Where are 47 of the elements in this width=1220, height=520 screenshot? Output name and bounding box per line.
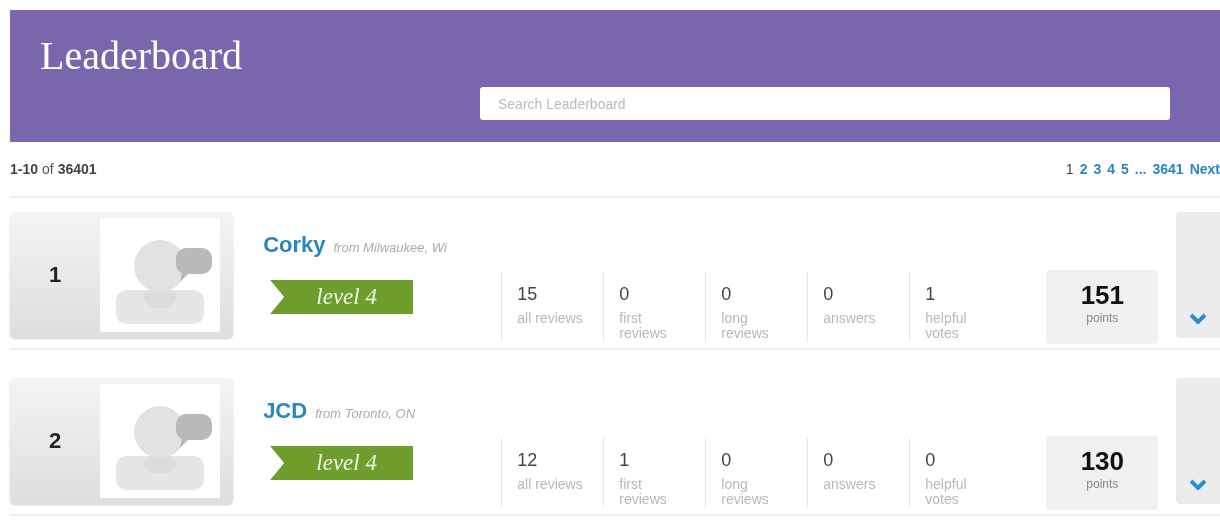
stat-value: 15 xyxy=(517,284,539,305)
stat-label: all reviews xyxy=(517,477,584,492)
stat-label: helpful votes xyxy=(925,477,968,507)
stat-value: 1 xyxy=(619,450,631,471)
stat-label: answers xyxy=(823,477,877,492)
stat-value: 0 xyxy=(721,284,733,305)
stat-value: 0 xyxy=(619,284,631,305)
page-link[interactable]: ... xyxy=(1134,161,1147,177)
page-link[interactable]: 2 xyxy=(1079,161,1088,177)
stat-label: first reviews xyxy=(619,477,668,507)
stat-value: 1 xyxy=(925,284,937,305)
stat-label: all reviews xyxy=(517,311,584,326)
stat-value: 0 xyxy=(925,450,937,471)
level-ribbon: level 4 xyxy=(270,446,414,480)
page-link[interactable]: 3641 xyxy=(1152,161,1184,177)
page-link[interactable]: 4 xyxy=(1107,161,1115,177)
stat-label: long reviews xyxy=(721,311,770,341)
stat-value: 0 xyxy=(823,284,835,305)
points-label: points xyxy=(1086,311,1119,325)
user-location: from Toronto, ON xyxy=(315,406,416,421)
level-ribbon: level 4 xyxy=(270,280,414,314)
page-link[interactable]: Next xyxy=(1189,161,1220,177)
search-field[interactable]: Search Leaderboard xyxy=(480,87,1170,120)
chevron-down-icon xyxy=(1190,479,1207,490)
stat-label: helpful votes xyxy=(925,311,968,341)
page-title: Leaderboard xyxy=(40,32,243,79)
stat-label: answers xyxy=(823,311,877,326)
results-summary: 1-10 of 36401 xyxy=(10,161,97,177)
rank-number: 1 xyxy=(47,262,63,288)
points-value: 151 xyxy=(1080,280,1124,311)
user-location: from Milwaukee, Wi xyxy=(333,240,447,255)
points-value: 130 xyxy=(1080,446,1124,477)
page-link[interactable]: 3 xyxy=(1093,161,1102,177)
stat-label: first reviews xyxy=(619,311,668,341)
rank-number: 2 xyxy=(47,428,63,454)
stat-value: 0 xyxy=(721,450,733,471)
expand-button[interactable] xyxy=(1176,212,1220,338)
user-name-link[interactable]: Corky xyxy=(263,232,326,258)
page-link[interactable]: 5 xyxy=(1121,161,1129,177)
stat-value: 0 xyxy=(823,450,835,471)
chevron-down-icon xyxy=(1190,313,1207,324)
current-page: 1 xyxy=(1065,161,1074,177)
stat-label: long reviews xyxy=(721,477,770,507)
points-label: points xyxy=(1086,477,1119,491)
expand-button[interactable] xyxy=(1176,378,1220,504)
user-name-link[interactable]: JCD xyxy=(263,398,308,424)
stat-value: 12 xyxy=(517,450,539,471)
